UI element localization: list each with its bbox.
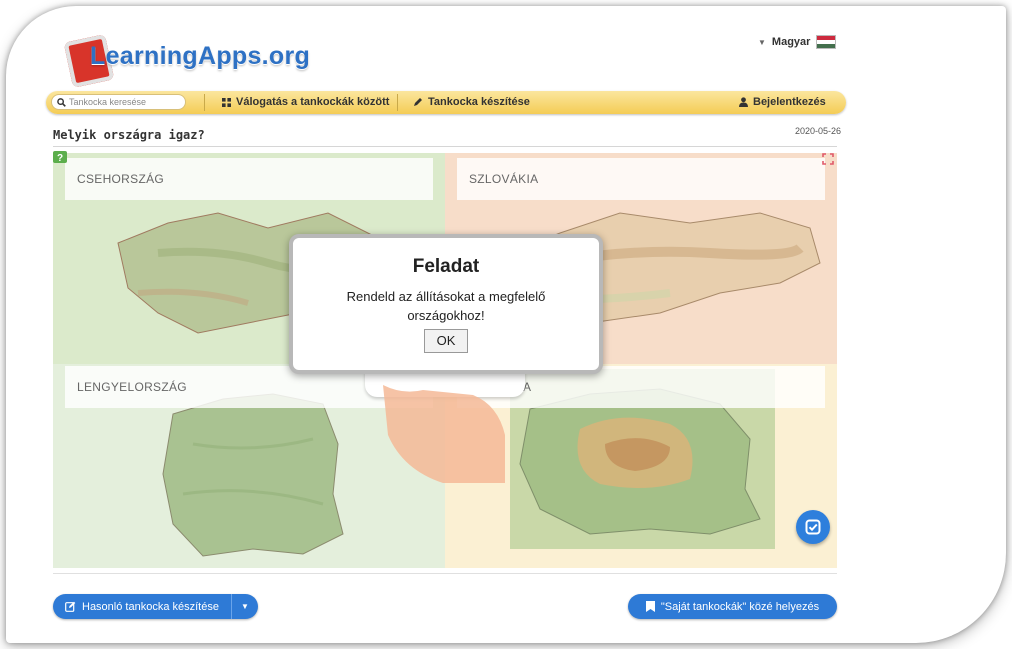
fullscreen-icon[interactable] bbox=[822, 153, 834, 165]
pencil-icon bbox=[414, 98, 422, 106]
nav-divider bbox=[204, 94, 205, 111]
divider bbox=[53, 573, 837, 574]
dialog-title: Feladat bbox=[412, 256, 480, 277]
hand-pointer-icon bbox=[383, 385, 505, 483]
poland-map bbox=[162, 393, 344, 557]
similar-app-button[interactable]: Hasonló tankocka készítése bbox=[53, 594, 232, 619]
grid-icon bbox=[222, 97, 231, 107]
nav-login-label: Bejelentkezés bbox=[753, 96, 826, 108]
help-icon[interactable]: ? bbox=[53, 151, 67, 163]
edit-icon bbox=[65, 601, 76, 612]
dialog-message: Rendeld az állításokat a megfelelő orszá… bbox=[346, 289, 546, 323]
nav-create-label: Tankocka készítése bbox=[428, 96, 530, 108]
label-czech: CSEHORSZÁG bbox=[65, 158, 433, 200]
nav-divider bbox=[397, 94, 398, 111]
check-button[interactable] bbox=[796, 510, 830, 544]
label-slovakia: SZLOVÁKIA bbox=[457, 158, 825, 200]
language-label: Magyar bbox=[771, 36, 811, 48]
ok-button[interactable]: OK bbox=[424, 329, 468, 353]
nav-bar: Tankocka keresése Válogatás a tankockák … bbox=[46, 91, 846, 114]
app-title: Melyik országra igaz? bbox=[53, 128, 205, 142]
nav-browse[interactable]: Válogatás a tankockák között bbox=[222, 96, 389, 108]
nav-login[interactable]: Bejelentkezés bbox=[739, 96, 826, 108]
logo[interactable]: LearningApps.org bbox=[60, 18, 330, 88]
task-dialog: Feladat Rendeld az állításokat a megfele… bbox=[289, 234, 603, 374]
similar-app-dropdown[interactable]: ▼ bbox=[232, 602, 258, 611]
nav-create[interactable]: Tankocka készítése bbox=[413, 96, 530, 108]
check-icon bbox=[805, 519, 821, 535]
language-selector[interactable]: ▼ Magyar bbox=[758, 35, 837, 49]
chevron-down-icon: ▼ bbox=[758, 37, 766, 47]
user-icon bbox=[739, 97, 748, 107]
search-icon bbox=[57, 97, 66, 107]
similar-app-button-group: Hasonló tankocka készítése ▼ bbox=[53, 594, 258, 619]
divider bbox=[53, 146, 837, 147]
nav-browse-label: Válogatás a tankockák között bbox=[236, 96, 390, 108]
bookmark-icon bbox=[645, 601, 655, 612]
logo-text: LearningApps.org bbox=[90, 42, 311, 70]
search-placeholder: Tankocka keresése bbox=[69, 97, 147, 107]
caret-down-icon: ▼ bbox=[241, 602, 249, 611]
app-date: 2020-05-26 bbox=[795, 126, 842, 136]
flag-icon bbox=[816, 35, 837, 49]
similar-app-label: Hasonló tankocka készítése bbox=[82, 600, 219, 613]
search-input[interactable]: Tankocka keresése bbox=[51, 94, 186, 110]
svg-text:?: ? bbox=[57, 153, 63, 163]
save-to-my-apps-button[interactable]: "Saját tankockák" közé helyezés bbox=[628, 594, 837, 619]
save-to-my-apps-label: "Saját tankockák" közé helyezés bbox=[660, 600, 820, 613]
